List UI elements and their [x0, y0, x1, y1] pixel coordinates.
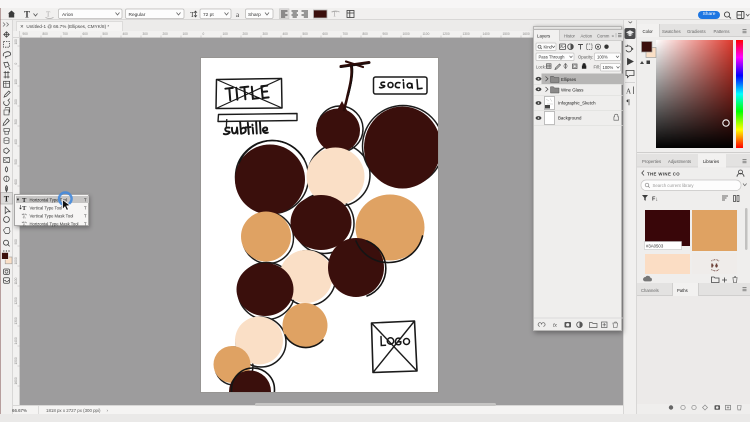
svg-text:1200: 1200: [443, 32, 450, 36]
svg-text:Swatches: Swatches: [662, 29, 681, 34]
svg-text:T: T: [22, 221, 27, 227]
svg-text:fx: fx: [553, 323, 557, 329]
svg-text:100: 100: [183, 32, 189, 36]
svg-text:»: »: [612, 33, 615, 38]
svg-text:300: 300: [143, 32, 149, 36]
svg-text:1500: 1500: [503, 32, 510, 36]
svg-text:0: 0: [14, 63, 18, 65]
svg-text:Ellipses: Ellipses: [561, 77, 577, 82]
svg-text:T: T: [190, 10, 195, 19]
svg-text:T: T: [84, 205, 87, 210]
svg-text:Paths: Paths: [677, 288, 688, 293]
svg-text:400: 400: [14, 139, 18, 145]
svg-text:Kind: Kind: [544, 45, 553, 50]
svg-text:#3A0503: #3A0503: [646, 244, 664, 249]
svg-text:Libraries: Libraries: [703, 159, 719, 164]
svg-text:Fill:: Fill:: [594, 64, 601, 69]
svg-text:Horizontal Type Mask Tool: Horizontal Type Mask Tool: [30, 221, 79, 226]
svg-text:200: 200: [243, 32, 249, 36]
svg-text:1100: 1100: [14, 277, 18, 284]
svg-text:200: 200: [163, 32, 169, 36]
svg-text:900: 900: [23, 32, 29, 36]
svg-text:T: T: [24, 10, 30, 20]
svg-text:600: 600: [323, 32, 329, 36]
svg-text:100: 100: [14, 39, 18, 45]
svg-text:T: T: [22, 205, 27, 212]
svg-text:100%: 100%: [597, 55, 608, 60]
svg-text:Gradients: Gradients: [687, 29, 706, 34]
svg-text:Opacity:: Opacity:: [578, 55, 593, 60]
svg-text:Sharp: Sharp: [248, 12, 261, 18]
svg-text:Histor: Histor: [564, 34, 576, 39]
svg-text:¶: ¶: [627, 98, 631, 107]
svg-text:Patterns: Patterns: [714, 29, 730, 34]
svg-text:Properties: Properties: [642, 159, 661, 164]
svg-text:T: T: [84, 221, 87, 226]
svg-text:T: T: [22, 197, 27, 204]
svg-text:1100: 1100: [423, 32, 430, 36]
svg-text:1300: 1300: [14, 317, 18, 324]
svg-text:800: 800: [43, 32, 49, 36]
svg-text:1400: 1400: [483, 32, 490, 36]
svg-text:1300: 1300: [463, 32, 470, 36]
svg-text:72 pt: 72 pt: [203, 12, 214, 18]
svg-text:Pass Through: Pass Through: [539, 55, 566, 60]
svg-text:200: 200: [14, 99, 18, 105]
svg-text:600: 600: [14, 179, 18, 185]
svg-text:Comm: Comm: [597, 34, 610, 39]
svg-text:Action: Action: [581, 34, 593, 39]
svg-text:400: 400: [283, 32, 289, 36]
svg-text:900: 900: [383, 32, 389, 36]
svg-text:THE WINE CO: THE WINE CO: [647, 172, 680, 177]
svg-text:300: 300: [263, 32, 269, 36]
svg-text:Regular: Regular: [129, 12, 146, 18]
svg-text:a: a: [236, 11, 240, 19]
svg-text:Lock:: Lock:: [536, 64, 546, 69]
svg-text:F↓: F↓: [652, 197, 658, 203]
svg-text:Channels: Channels: [641, 288, 659, 293]
svg-text:T: T: [84, 197, 87, 202]
svg-text:1200: 1200: [14, 297, 18, 304]
svg-text:300: 300: [14, 119, 18, 125]
svg-text:1500: 1500: [14, 357, 18, 364]
svg-text:0: 0: [203, 32, 205, 36]
svg-text:700: 700: [63, 32, 69, 36]
svg-text:100%: 100%: [603, 65, 614, 70]
svg-text:Layers: Layers: [537, 34, 551, 39]
svg-text:1000: 1000: [403, 32, 410, 36]
svg-text:1600: 1600: [523, 32, 530, 36]
svg-text:T: T: [22, 213, 27, 220]
svg-text:A: A: [626, 88, 631, 96]
svg-text:500: 500: [103, 32, 109, 36]
svg-text:900: 900: [14, 239, 18, 245]
svg-text:1000: 1000: [14, 257, 18, 264]
svg-text:Arion: Arion: [62, 12, 74, 18]
svg-text:600: 600: [83, 32, 89, 36]
svg-text:400: 400: [123, 32, 129, 36]
svg-text:Search current library: Search current library: [653, 183, 695, 188]
svg-text:Adjustments: Adjustments: [668, 159, 691, 164]
svg-text:Wine Glass: Wine Glass: [561, 87, 584, 92]
svg-text:Infographic_Sketch: Infographic_Sketch: [558, 100, 596, 105]
svg-text:500: 500: [303, 32, 309, 36]
svg-text:100: 100: [223, 32, 229, 36]
svg-text:1600: 1600: [14, 377, 18, 384]
svg-text:T: T: [4, 195, 10, 204]
svg-text:800: 800: [363, 32, 369, 36]
svg-text:Color: Color: [643, 29, 654, 34]
svg-text:T: T: [46, 11, 51, 19]
svg-text:100: 100: [14, 79, 18, 85]
svg-text:T: T: [84, 213, 87, 218]
svg-text:Background: Background: [558, 115, 582, 120]
svg-text:1400: 1400: [14, 337, 18, 344]
svg-text:500: 500: [14, 159, 18, 165]
svg-text:700: 700: [343, 32, 349, 36]
